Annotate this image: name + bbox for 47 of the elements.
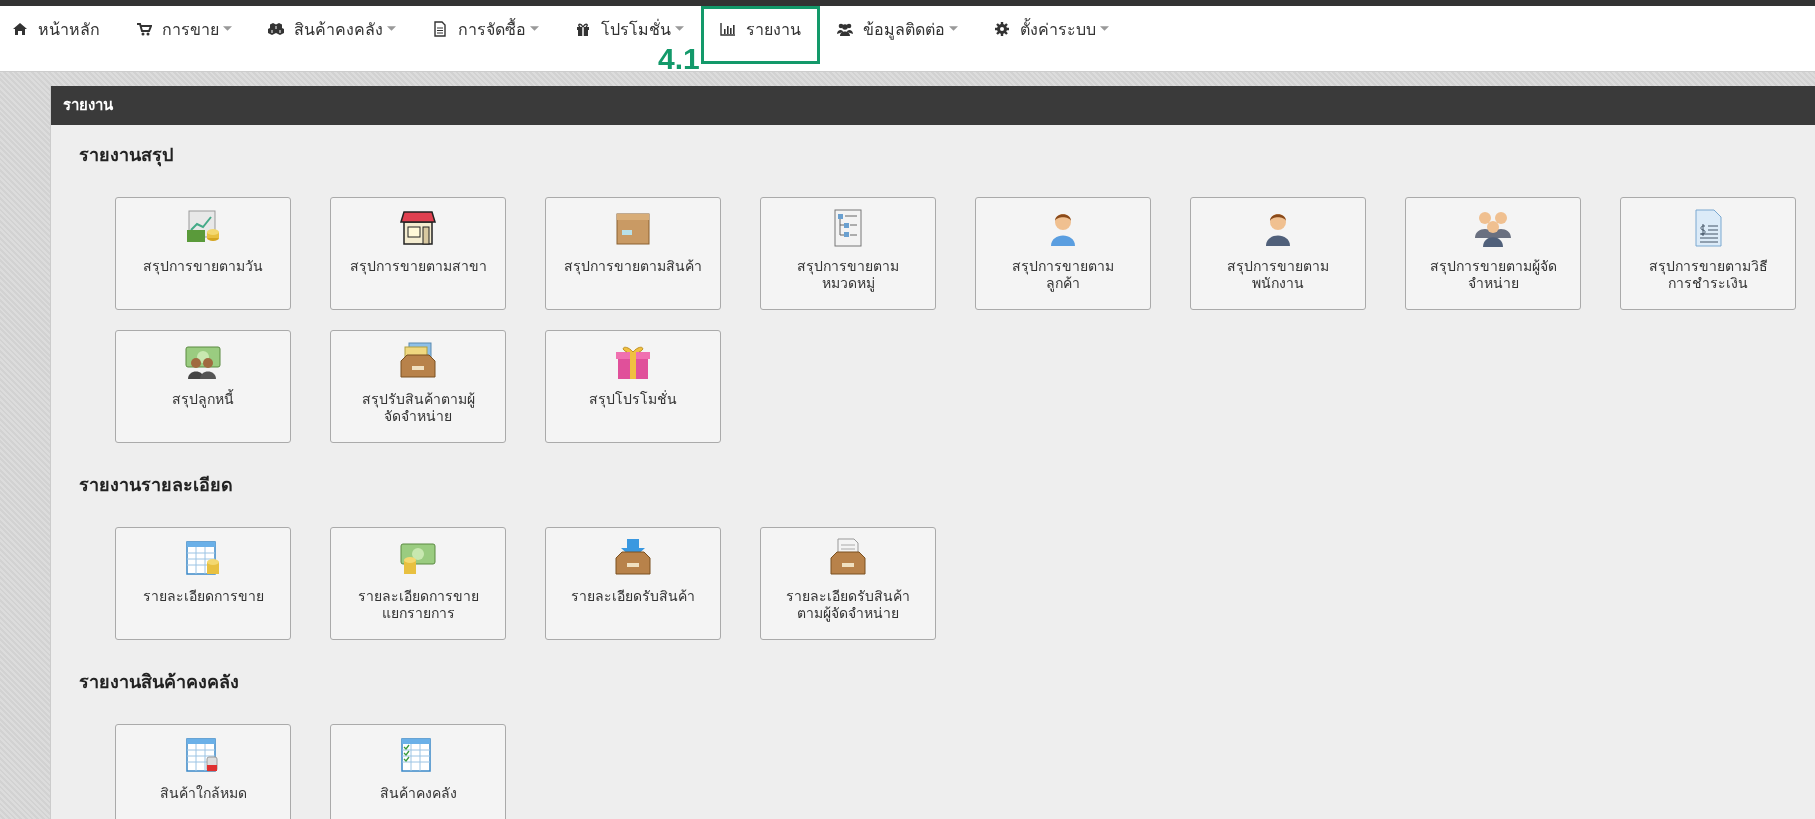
section-title: รายงานสรุป [79,143,174,169]
nav-item[interactable]: ตั้งค่าระบบ [994,6,1109,52]
callout-label: 4.1 [658,42,700,76]
section-title: รายงานรายละเอียด [79,473,234,497]
report-tile[interactable]: รายละเอียดการขาย [115,527,291,640]
document-icon [432,21,448,37]
drawer-photo-icon [398,341,438,381]
nav-item[interactable]: การขาย [136,6,232,52]
drawer-document-icon [828,538,868,578]
store-icon [398,208,438,248]
report-tile[interactable]: สรุปการขายตาม หมวดหมู่ [760,197,936,310]
report-tile[interactable]: สรุปการขายตาม ลูกค้า [975,197,1151,310]
report-tile[interactable]: สรุปโปรโมชั่น [545,330,721,443]
cubes-icon [268,21,284,37]
users-icon [837,21,853,37]
caret-icon [675,26,684,32]
report-tile[interactable]: สรุปการขายตามสินค้า [545,197,721,310]
caret-icon [387,26,396,32]
caret-icon [949,26,958,32]
nav-item[interactable]: การจัดซื้อ [432,6,539,52]
report-tile[interactable]: สรุปการขายตามวัน [115,197,291,310]
report-tile[interactable]: รายละเอียดรับสินค้า ตามผู้จัดจำหน่าย [760,527,936,640]
report-tile[interactable]: รายละเอียดรับสินค้า [545,527,721,640]
caret-icon [530,26,539,32]
report-tile[interactable]: สรุปลูกหนี้ [115,330,291,443]
bar-chart-icon [720,21,736,37]
cart-icon [136,21,152,37]
section-title: รายงานสินค้าคงคลัง [79,670,240,694]
nav-item[interactable]: หน้าหลัก [12,6,100,52]
caret-icon [223,26,232,32]
settings-icon [994,21,1010,37]
home-icon [12,21,28,37]
nav-item[interactable]: สินค้าคงคลัง [268,6,396,52]
report-tile[interactable]: สรุปการขายตาม พนักงาน [1190,197,1366,310]
panel-header: รายงาน [51,86,1815,125]
report-tile[interactable]: สรุปรับสินค้าตามผู้ จัดจำหน่าย [330,330,506,443]
nav-item[interactable]: ข้อมูลติดต่อ [837,6,958,52]
gift-icon [575,21,591,37]
report-tile[interactable]: สินค้าคงคลัง [330,724,506,819]
nav-item[interactable]: รายงาน [701,6,820,64]
report-tile[interactable]: รายละเอียดการขาย แยกรายการ [330,527,506,640]
report-tile[interactable]: สรุปการขายตามผู้จัด จำหน่าย [1405,197,1581,310]
report-tile[interactable]: สินค้าใกล้หมด [115,724,291,819]
report-tile[interactable]: สรุปการขายตามสาขา [330,197,506,310]
report-tile[interactable]: สรุปการขายตามวิธี การชำระเงิน [1620,197,1796,310]
caret-icon [1100,26,1109,32]
drawer-download-icon [613,538,653,578]
